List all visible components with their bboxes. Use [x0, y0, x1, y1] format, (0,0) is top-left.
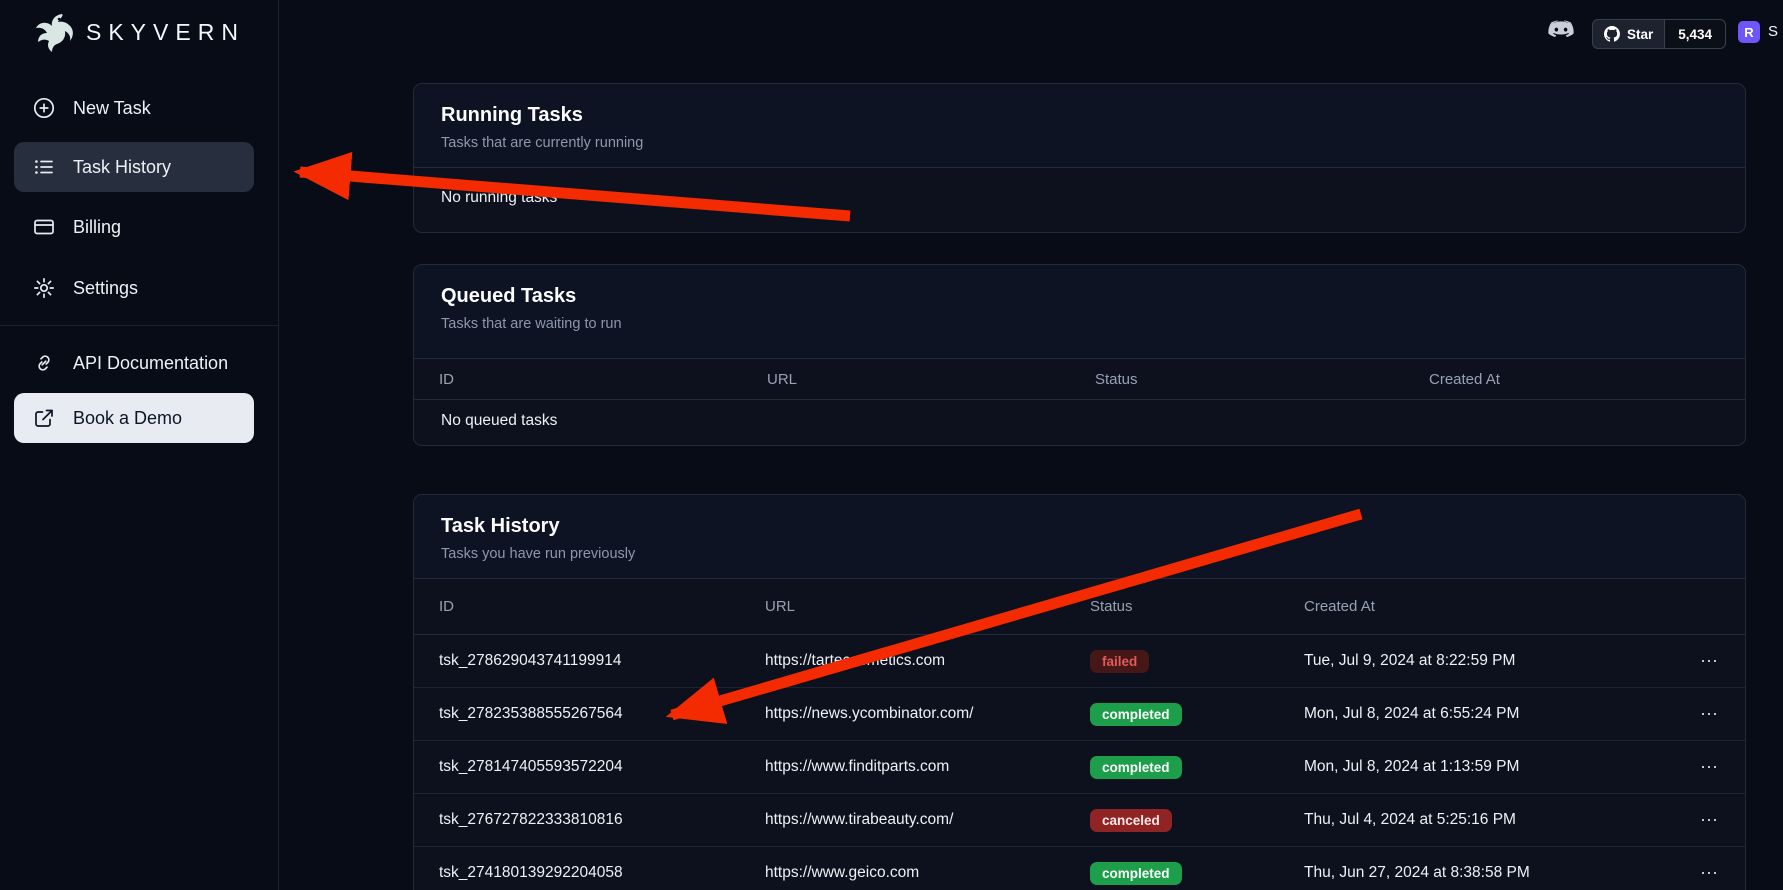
created-at-cell: Tue, Jul 9, 2024 at 8:22:59 PM	[1304, 652, 1670, 670]
task-id-cell: tsk_276727822333810816	[439, 811, 765, 829]
queued-table-header: ID URL Status Created At	[414, 359, 1745, 400]
discord-icon	[1546, 20, 1576, 45]
running-tasks-subtitle: Tasks that are currently running	[441, 135, 1718, 151]
column-header-status: Status	[1095, 371, 1429, 388]
external-link-icon	[32, 406, 56, 430]
star-label: Star	[1627, 27, 1653, 42]
sidebar: SKYVERN New Task Task History Billing Se	[0, 0, 279, 890]
skyvern-logo[interactable]: SKYVERN	[28, 10, 245, 54]
task-history-header: Task History Tasks you have run previous…	[414, 495, 1745, 579]
task-url-cell: https://www.tirabeauty.com/	[765, 811, 1090, 829]
status-badge: canceled	[1090, 809, 1172, 832]
sidebar-item-label: Settings	[73, 278, 138, 299]
sidebar-item-settings[interactable]: Settings	[14, 263, 254, 313]
app-root: SKYVERN New Task Task History Billing Se	[0, 0, 1783, 890]
sidebar-item-billing[interactable]: Billing	[14, 202, 254, 252]
column-header-url: URL	[767, 371, 1095, 388]
column-header-status: Status	[1090, 598, 1304, 615]
credit-card-icon	[32, 215, 56, 239]
discord-button[interactable]	[1544, 18, 1578, 46]
task-row[interactable]: tsk_278235388555267564 https://news.ycom…	[414, 688, 1745, 741]
task-history-card: Task History Tasks you have run previous…	[413, 494, 1746, 890]
skyvern-dragon-icon	[28, 10, 74, 54]
github-star-button[interactable]: Star 5,434	[1592, 19, 1726, 49]
task-id-cell: tsk_278147405593572204	[439, 758, 765, 776]
queued-tasks-title: Queued Tasks	[441, 285, 1718, 308]
star-count-badge: 5,434	[1665, 19, 1726, 49]
status-badge: failed	[1090, 650, 1149, 673]
status-badge: completed	[1090, 862, 1182, 885]
avatar[interactable]: R	[1738, 21, 1760, 43]
column-header-id: ID	[439, 371, 767, 388]
sidebar-item-book-a-demo[interactable]: Book a Demo	[14, 393, 254, 443]
sidebar-item-label: Billing	[73, 217, 121, 238]
queued-tasks-card: Queued Tasks Tasks that are waiting to r…	[413, 264, 1746, 446]
gear-icon	[32, 276, 56, 300]
column-header-id: ID	[439, 598, 765, 615]
task-id-cell: tsk_274180139292204058	[439, 864, 765, 882]
queued-tasks-header: Queued Tasks Tasks that are waiting to r…	[414, 265, 1745, 359]
history-table-header: ID URL Status Created At	[414, 579, 1745, 635]
username-text: S	[1768, 23, 1778, 40]
queued-tasks-subtitle: Tasks that are waiting to run	[441, 316, 1718, 332]
task-url-cell: https://tartecosmetics.com	[765, 652, 1090, 670]
sidebar-item-label: Book a Demo	[73, 408, 182, 429]
task-url-cell: https://news.ycombinator.com/	[765, 705, 1090, 723]
github-icon	[1604, 26, 1620, 42]
created-at-cell: Thu, Jun 27, 2024 at 8:38:58 PM	[1304, 864, 1670, 882]
running-tasks-header: Running Tasks Tasks that are currently r…	[414, 84, 1745, 168]
column-header-url: URL	[765, 598, 1090, 615]
task-row[interactable]: tsk_278147405593572204 https://www.findi…	[414, 741, 1745, 794]
sidebar-item-label: New Task	[73, 98, 151, 119]
task-row[interactable]: tsk_274180139292204058 https://www.geico…	[414, 847, 1745, 890]
link-icon	[32, 351, 56, 375]
row-actions-button[interactable]: ⋯	[1700, 652, 1720, 670]
task-history-subtitle: Tasks you have run previously	[441, 546, 1718, 562]
created-at-cell: Thu, Jul 4, 2024 at 5:25:16 PM	[1304, 811, 1670, 829]
task-history-title: Task History	[441, 515, 1718, 538]
queued-empty-message: No queued tasks	[414, 400, 1745, 442]
row-actions-button[interactable]: ⋯	[1700, 705, 1720, 723]
plus-circle-icon	[32, 96, 56, 120]
task-id-cell: tsk_278235388555267564	[439, 705, 765, 723]
sidebar-item-label: API Documentation	[73, 353, 228, 374]
task-row[interactable]: tsk_276727822333810816 https://www.tirab…	[414, 794, 1745, 847]
sidebar-item-api-documentation[interactable]: API Documentation	[14, 338, 254, 388]
row-actions-button[interactable]: ⋯	[1700, 811, 1720, 829]
github-star-segment: Star	[1592, 19, 1665, 49]
running-tasks-title: Running Tasks	[441, 104, 1718, 127]
task-url-cell: https://www.geico.com	[765, 864, 1090, 882]
status-badge: completed	[1090, 756, 1182, 779]
created-at-cell: Mon, Jul 8, 2024 at 6:55:24 PM	[1304, 705, 1670, 723]
sidebar-item-new-task[interactable]: New Task	[14, 83, 254, 133]
column-header-created-at: Created At	[1429, 371, 1720, 388]
row-actions-button[interactable]: ⋯	[1700, 758, 1720, 776]
sidebar-item-task-history[interactable]: Task History	[14, 142, 254, 192]
row-actions-button[interactable]: ⋯	[1700, 864, 1720, 882]
avatar-letter: R	[1744, 25, 1753, 40]
running-empty-message: No running tasks	[414, 168, 1745, 228]
task-url-cell: https://www.finditparts.com	[765, 758, 1090, 776]
created-at-cell: Mon, Jul 8, 2024 at 1:13:59 PM	[1304, 758, 1670, 776]
status-badge: completed	[1090, 703, 1182, 726]
running-tasks-card: Running Tasks Tasks that are currently r…	[413, 83, 1746, 233]
sidebar-divider	[0, 325, 278, 326]
task-id-cell: tsk_278629043741199914	[439, 652, 765, 670]
column-header-created-at: Created At	[1304, 598, 1670, 615]
list-icon	[32, 155, 56, 179]
sidebar-item-label: Task History	[73, 157, 171, 178]
task-row[interactable]: tsk_278629043741199914 https://tartecosm…	[414, 635, 1745, 688]
brand-name: SKYVERN	[86, 19, 245, 46]
